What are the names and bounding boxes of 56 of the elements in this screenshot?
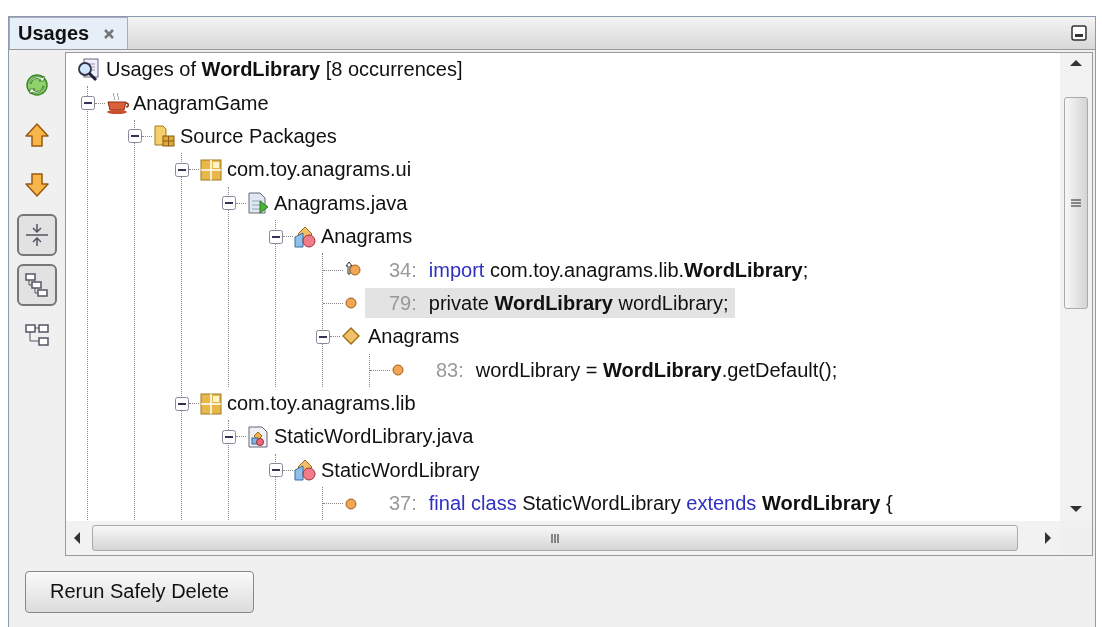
code-text: import com.toy.anagrams.lib.WordLibrary; bbox=[428, 258, 809, 282]
file-icon bbox=[246, 425, 270, 449]
usage-row[interactable]: 79: private WordLibrary wordLibrary; bbox=[365, 288, 735, 319]
collapse-toggle-icon[interactable] bbox=[269, 229, 283, 244]
usage-row[interactable]: 37: final class StaticWordLibrary extends WordLibrary { bbox=[365, 488, 899, 519]
line-number: 79: bbox=[389, 291, 417, 315]
usages-title: Usages of WordLibrary [8 occurrences] bbox=[106, 58, 463, 82]
usage-row[interactable]: 34: import com.toy.anagrams.lib.WordLibrary; bbox=[365, 255, 815, 286]
folder-icon bbox=[152, 124, 176, 149]
close-icon bbox=[103, 27, 116, 40]
tree-node-label[interactable]: StaticWordLibrary.java bbox=[274, 425, 474, 449]
collapse-toggle-icon[interactable] bbox=[222, 430, 236, 444]
toolbar-button[interactable] bbox=[17, 214, 57, 256]
refresh-icon bbox=[24, 72, 50, 98]
collapse-toggle-icon[interactable] bbox=[222, 196, 236, 211]
line-number: 83: bbox=[436, 358, 464, 382]
code-text: final class StaticWordLibrary extends WordLibrary { bbox=[428, 492, 893, 516]
class-icon bbox=[293, 458, 317, 483]
usage-row[interactable]: 83: wordLibrary = WordLibrary.getDefault(); bbox=[412, 355, 844, 386]
collapse-toggle-icon[interactable] bbox=[316, 329, 330, 344]
file-icon bbox=[246, 191, 270, 216]
grip-icon bbox=[550, 531, 560, 545]
arrow-up-icon bbox=[24, 122, 50, 148]
grip-icon bbox=[1069, 198, 1083, 208]
coffee-cup-icon bbox=[105, 91, 129, 116]
arrow-down-icon bbox=[24, 172, 50, 198]
collapse-toggle-icon[interactable] bbox=[175, 162, 189, 177]
collapse-toggle-icon[interactable] bbox=[175, 396, 189, 411]
collapse-toggle-icon[interactable] bbox=[269, 463, 283, 478]
tree-node-label[interactable]: StaticWordLibrary bbox=[321, 458, 480, 482]
package-icon bbox=[199, 157, 223, 182]
class-icon bbox=[293, 224, 317, 249]
line-number: 34: bbox=[389, 258, 417, 282]
tree-node-label[interactable]: Anagrams.java bbox=[274, 191, 408, 215]
scrollbar-thumb[interactable] bbox=[92, 525, 1018, 551]
code-text: wordLibrary = WordLibrary.getDefault(); bbox=[475, 358, 838, 382]
tree-node-label[interactable]: Anagrams bbox=[321, 225, 413, 249]
minimize-icon[interactable] bbox=[1071, 25, 1087, 41]
line-number: 37: bbox=[389, 492, 417, 516]
collapse-toggle-icon[interactable] bbox=[81, 96, 95, 111]
tree-node-label[interactable]: com.toy.anagrams.ui bbox=[227, 158, 412, 182]
tree-node-label[interactable]: Anagrams bbox=[368, 325, 460, 349]
collapse-icon bbox=[24, 222, 50, 248]
tree-node-label[interactable]: Source Packages bbox=[180, 124, 337, 148]
package-icon bbox=[199, 391, 223, 416]
tree-icon bbox=[24, 272, 50, 298]
search-icon bbox=[76, 57, 100, 82]
rerun-button[interactable]: Rerun Safely Delete bbox=[25, 570, 254, 613]
collapse-toggle-icon[interactable] bbox=[128, 129, 142, 144]
tree-icon bbox=[24, 322, 50, 348]
toolbar-button[interactable] bbox=[17, 264, 57, 306]
tree-node-label[interactable]: AnagramGame bbox=[133, 91, 269, 115]
code-text: private WordLibrary wordLibrary; bbox=[428, 291, 729, 315]
tab[interactable]: Usages bbox=[9, 17, 129, 49]
tree-node-label[interactable]: com.toy.anagrams.lib bbox=[227, 392, 416, 416]
scrollbar-thumb[interactable] bbox=[1064, 97, 1088, 309]
